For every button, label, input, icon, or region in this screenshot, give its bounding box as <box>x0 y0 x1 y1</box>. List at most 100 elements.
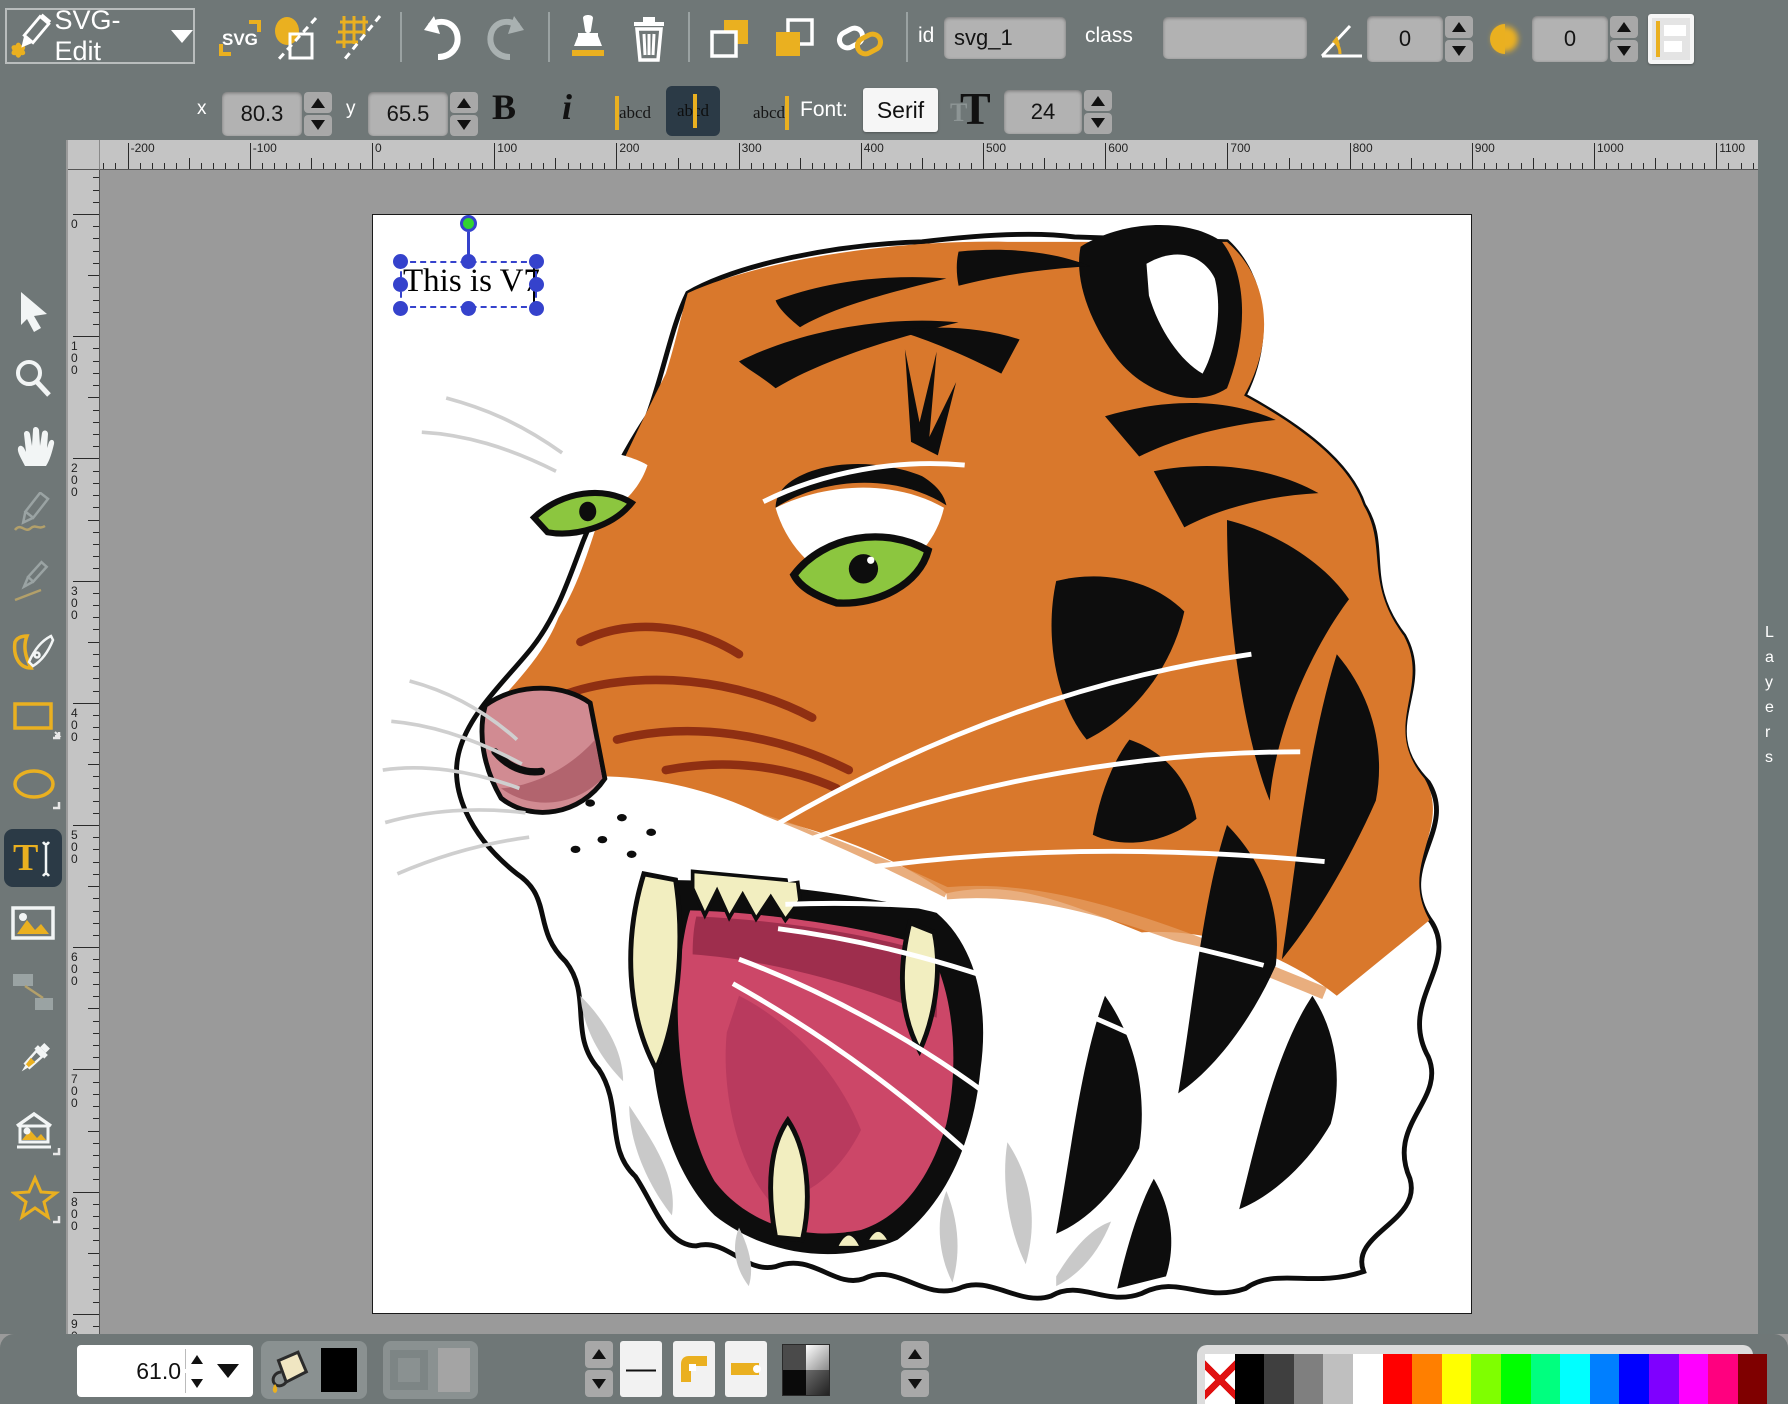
selection-handle-nw[interactable] <box>393 254 408 269</box>
text-anchor-end-button[interactable]: abcd <box>744 88 798 138</box>
zoom-value[interactable]: 61.0 <box>77 1358 181 1385</box>
font-family-button[interactable]: Serif <box>863 88 938 132</box>
zoom-spinner[interactable] <box>185 1349 207 1393</box>
rectangle-tool[interactable] <box>11 696 55 740</box>
y-spin-up[interactable] <box>450 92 478 113</box>
font-size-spin-down[interactable] <box>1084 113 1112 134</box>
path-tool[interactable] <box>11 628 55 672</box>
snap-to-grid-button[interactable] <box>334 14 384 67</box>
pencil-tool[interactable] <box>11 492 55 536</box>
stroke-dash-button[interactable]: — <box>620 1341 662 1397</box>
select-tool[interactable] <box>11 288 55 332</box>
text-anchor-middle-button[interactable]: ​abcd <box>666 86 720 136</box>
x-spin-up[interactable] <box>304 92 332 113</box>
palette-swatch-none[interactable] <box>1205 1354 1235 1404</box>
blur-input[interactable] <box>1532 16 1608 62</box>
palette-swatch[interactable] <box>1649 1354 1679 1404</box>
palette-swatch[interactable] <box>1353 1354 1383 1404</box>
italic-button[interactable]: i <box>562 86 572 128</box>
wireframe-mode-button[interactable] <box>272 16 320 67</box>
selection-handle-se[interactable] <box>529 301 544 316</box>
palette-swatch[interactable] <box>1619 1354 1649 1404</box>
zoom-dropdown-icon[interactable] <box>217 1364 239 1378</box>
stroke-width-spinner[interactable] <box>585 1341 613 1397</box>
svg-canvas[interactable] <box>372 214 1472 1314</box>
image-tool[interactable] <box>11 902 55 946</box>
stroke-color-swatch[interactable] <box>438 1348 470 1392</box>
fill-color-swatch[interactable] <box>321 1348 357 1392</box>
palette-swatch[interactable] <box>1708 1354 1738 1404</box>
workarea[interactable]: This is V7 <box>100 170 1788 1334</box>
blur-spin-up[interactable] <box>1610 16 1638 38</box>
palette-swatch[interactable] <box>1590 1354 1620 1404</box>
selection-handle-w[interactable] <box>393 277 408 292</box>
pan-tool[interactable] <box>11 424 55 468</box>
palette-swatch[interactable] <box>1738 1354 1768 1404</box>
angle-input[interactable] <box>1367 16 1443 62</box>
angle-spin-up[interactable] <box>1445 16 1473 38</box>
font-size-input[interactable] <box>1004 90 1082 134</box>
palette-swatch[interactable] <box>1442 1354 1472 1404</box>
palette-swatch[interactable] <box>1679 1354 1709 1404</box>
zoom-control[interactable]: 61.0 <box>77 1345 253 1397</box>
clone-button[interactable] <box>566 14 610 69</box>
stroke-width-spin-up[interactable] <box>585 1341 613 1368</box>
font-size-spinner[interactable] <box>1084 90 1112 134</box>
selection-handle-n[interactable] <box>461 254 476 269</box>
angle-spin-down[interactable] <box>1445 40 1473 62</box>
make-hyperlink-button[interactable] <box>836 22 884 65</box>
text-tool[interactable]: T <box>11 836 55 880</box>
bold-button[interactable]: B <box>492 86 516 128</box>
opacity-spinner[interactable] <box>901 1341 929 1397</box>
palette-swatch[interactable] <box>1323 1354 1353 1404</box>
zoom-spin-down[interactable] <box>185 1373 207 1393</box>
x-input[interactable] <box>222 92 302 136</box>
palette-swatch[interactable] <box>1471 1354 1501 1404</box>
font-size-spin-up[interactable] <box>1084 90 1112 111</box>
zoom-tool[interactable] <box>11 356 55 400</box>
delete-button[interactable] <box>628 14 670 69</box>
palette-swatch[interactable] <box>1412 1354 1442 1404</box>
connector-tool[interactable] <box>11 970 55 1014</box>
angle-spinner[interactable] <box>1445 16 1473 62</box>
move-to-top-button[interactable] <box>770 16 818 67</box>
eyedropper-tool[interactable] <box>11 1038 55 1082</box>
y-input[interactable] <box>368 92 448 136</box>
redo-button[interactable] <box>486 16 530 67</box>
selection-handle-sw[interactable] <box>393 301 408 316</box>
shape-library-tool[interactable] <box>11 1106 55 1150</box>
text-anchor-start-button[interactable]: abcd <box>606 88 660 138</box>
palette-swatch[interactable] <box>1294 1354 1324 1404</box>
selection-handle-ne[interactable] <box>529 254 544 269</box>
class-input[interactable] <box>1163 17 1307 59</box>
undo-button[interactable] <box>418 16 462 67</box>
blur-spinner[interactable] <box>1610 16 1638 62</box>
move-to-bottom-button[interactable] <box>706 16 754 67</box>
selection-handle-s[interactable] <box>461 301 476 316</box>
palette-swatch[interactable] <box>1383 1354 1413 1404</box>
stroke-linejoin-button[interactable] <box>673 1341 715 1397</box>
rotate-handle[interactable] <box>460 215 477 232</box>
y-spinner[interactable] <box>450 92 478 136</box>
x-spinner[interactable] <box>304 92 332 136</box>
main-menu-button[interactable]: SVG-Edit <box>5 8 195 64</box>
ellipse-tool[interactable] <box>11 766 55 810</box>
palette-swatch[interactable] <box>1235 1354 1265 1404</box>
stroke-linecap-button[interactable] <box>725 1341 767 1397</box>
blur-spin-down[interactable] <box>1610 40 1638 62</box>
palette-swatch[interactable] <box>1531 1354 1561 1404</box>
y-spin-down[interactable] <box>450 115 478 136</box>
zoom-spin-up[interactable] <box>185 1349 207 1369</box>
id-input[interactable] <box>944 17 1066 59</box>
palette-swatch[interactable] <box>1560 1354 1590 1404</box>
palette-swatch[interactable] <box>1264 1354 1294 1404</box>
palette-swatch[interactable] <box>1501 1354 1531 1404</box>
opacity-indicator[interactable] <box>782 1344 830 1396</box>
x-spin-down[interactable] <box>304 115 332 136</box>
align-relative-to-button[interactable] <box>1648 14 1694 64</box>
svg-source-button[interactable]: SVG <box>217 18 263 63</box>
selection-handle-e[interactable] <box>529 277 544 292</box>
layers-panel-tab[interactable]: L a y e r s <box>1758 140 1788 1334</box>
opacity-spin-down[interactable] <box>901 1370 929 1397</box>
star-tool[interactable] <box>11 1174 55 1218</box>
